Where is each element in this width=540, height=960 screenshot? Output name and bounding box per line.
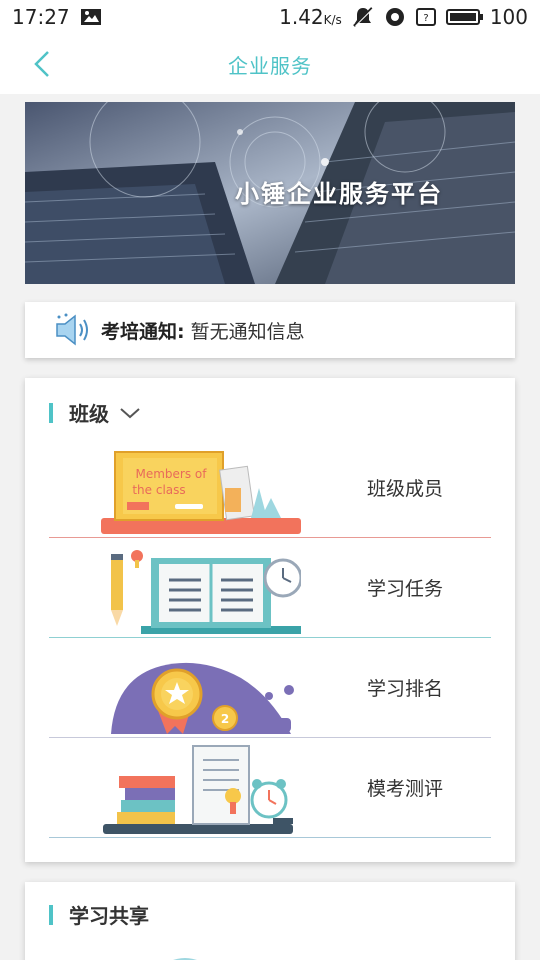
mock-exam-illustration <box>103 745 293 834</box>
class-title: 班级 <box>69 402 109 426</box>
battery-level: 100 <box>489 5 528 29</box>
share-card: 学习共享 <box>25 882 515 960</box>
illustration-text-members: Members of <box>136 467 208 481</box>
class-card: 班级 Members of the class 班级成员 学习任务 2 学习排名… <box>25 378 515 862</box>
speaker-icon <box>56 313 88 346</box>
menu-item-study-tasks[interactable]: 学习任务 <box>49 538 491 638</box>
nav-bar: 企业服务 <box>0 34 540 94</box>
menu-item-study-ranking[interactable]: 2 学习排名 <box>49 638 491 738</box>
menu-label-study-tasks: 学习任务 <box>367 578 444 600</box>
mute-icon <box>352 6 374 28</box>
share-illustration-partial <box>173 958 197 960</box>
status-right: 1.42K/s ? 100 <box>279 5 528 29</box>
chevron-down-icon[interactable] <box>119 406 141 420</box>
notice-text: 暂无通知信息 <box>190 320 305 343</box>
section-marker <box>49 402 53 423</box>
image-notification-icon <box>80 8 102 26</box>
notice-label: 考培通知: <box>101 320 185 343</box>
battery-icon <box>445 9 483 25</box>
menu-label-mock-exam: 模考测评 <box>367 778 444 800</box>
class-header[interactable]: 班级 <box>49 398 141 427</box>
page-title: 企业服务 <box>228 53 312 78</box>
class-members-illustration: Members of the class <box>101 451 301 534</box>
chevron-left-icon <box>34 51 49 77</box>
network-speed: 1.42K/s <box>279 5 342 29</box>
menu-item-mock-exam[interactable]: 模考测评 <box>49 738 491 838</box>
svg-text:?: ? <box>423 13 428 24</box>
notice-bar[interactable]: 考培通知: 暂无通知信息 <box>25 302 515 358</box>
item-divider <box>49 837 491 838</box>
study-tasks-illustration <box>111 550 301 634</box>
section-marker <box>49 904 53 925</box>
svg-text:2: 2 <box>221 712 229 726</box>
status-left: 17:27 <box>12 5 102 29</box>
settings-icon <box>384 6 406 28</box>
menu-label-class-members: 班级成员 <box>367 478 444 500</box>
share-title: 学习共享 <box>69 904 149 928</box>
illustration-text-class: the class <box>132 483 185 497</box>
share-header: 学习共享 <box>49 900 149 929</box>
back-button[interactable] <box>28 48 60 80</box>
menu-label-study-ranking: 学习排名 <box>367 678 444 700</box>
sim-icon: ? <box>415 8 436 26</box>
study-ranking-illustration: 2 <box>111 662 294 734</box>
status-time: 17:27 <box>12 5 70 29</box>
banner-title: 小锤企业服务平台 <box>235 180 443 208</box>
status-bar: 17:27 1.42K/s ? 100 <box>0 0 540 34</box>
menu-item-class-members[interactable]: Members of the class 班级成员 <box>49 438 491 538</box>
banner[interactable]: 小锤企业服务平台 <box>25 102 515 284</box>
